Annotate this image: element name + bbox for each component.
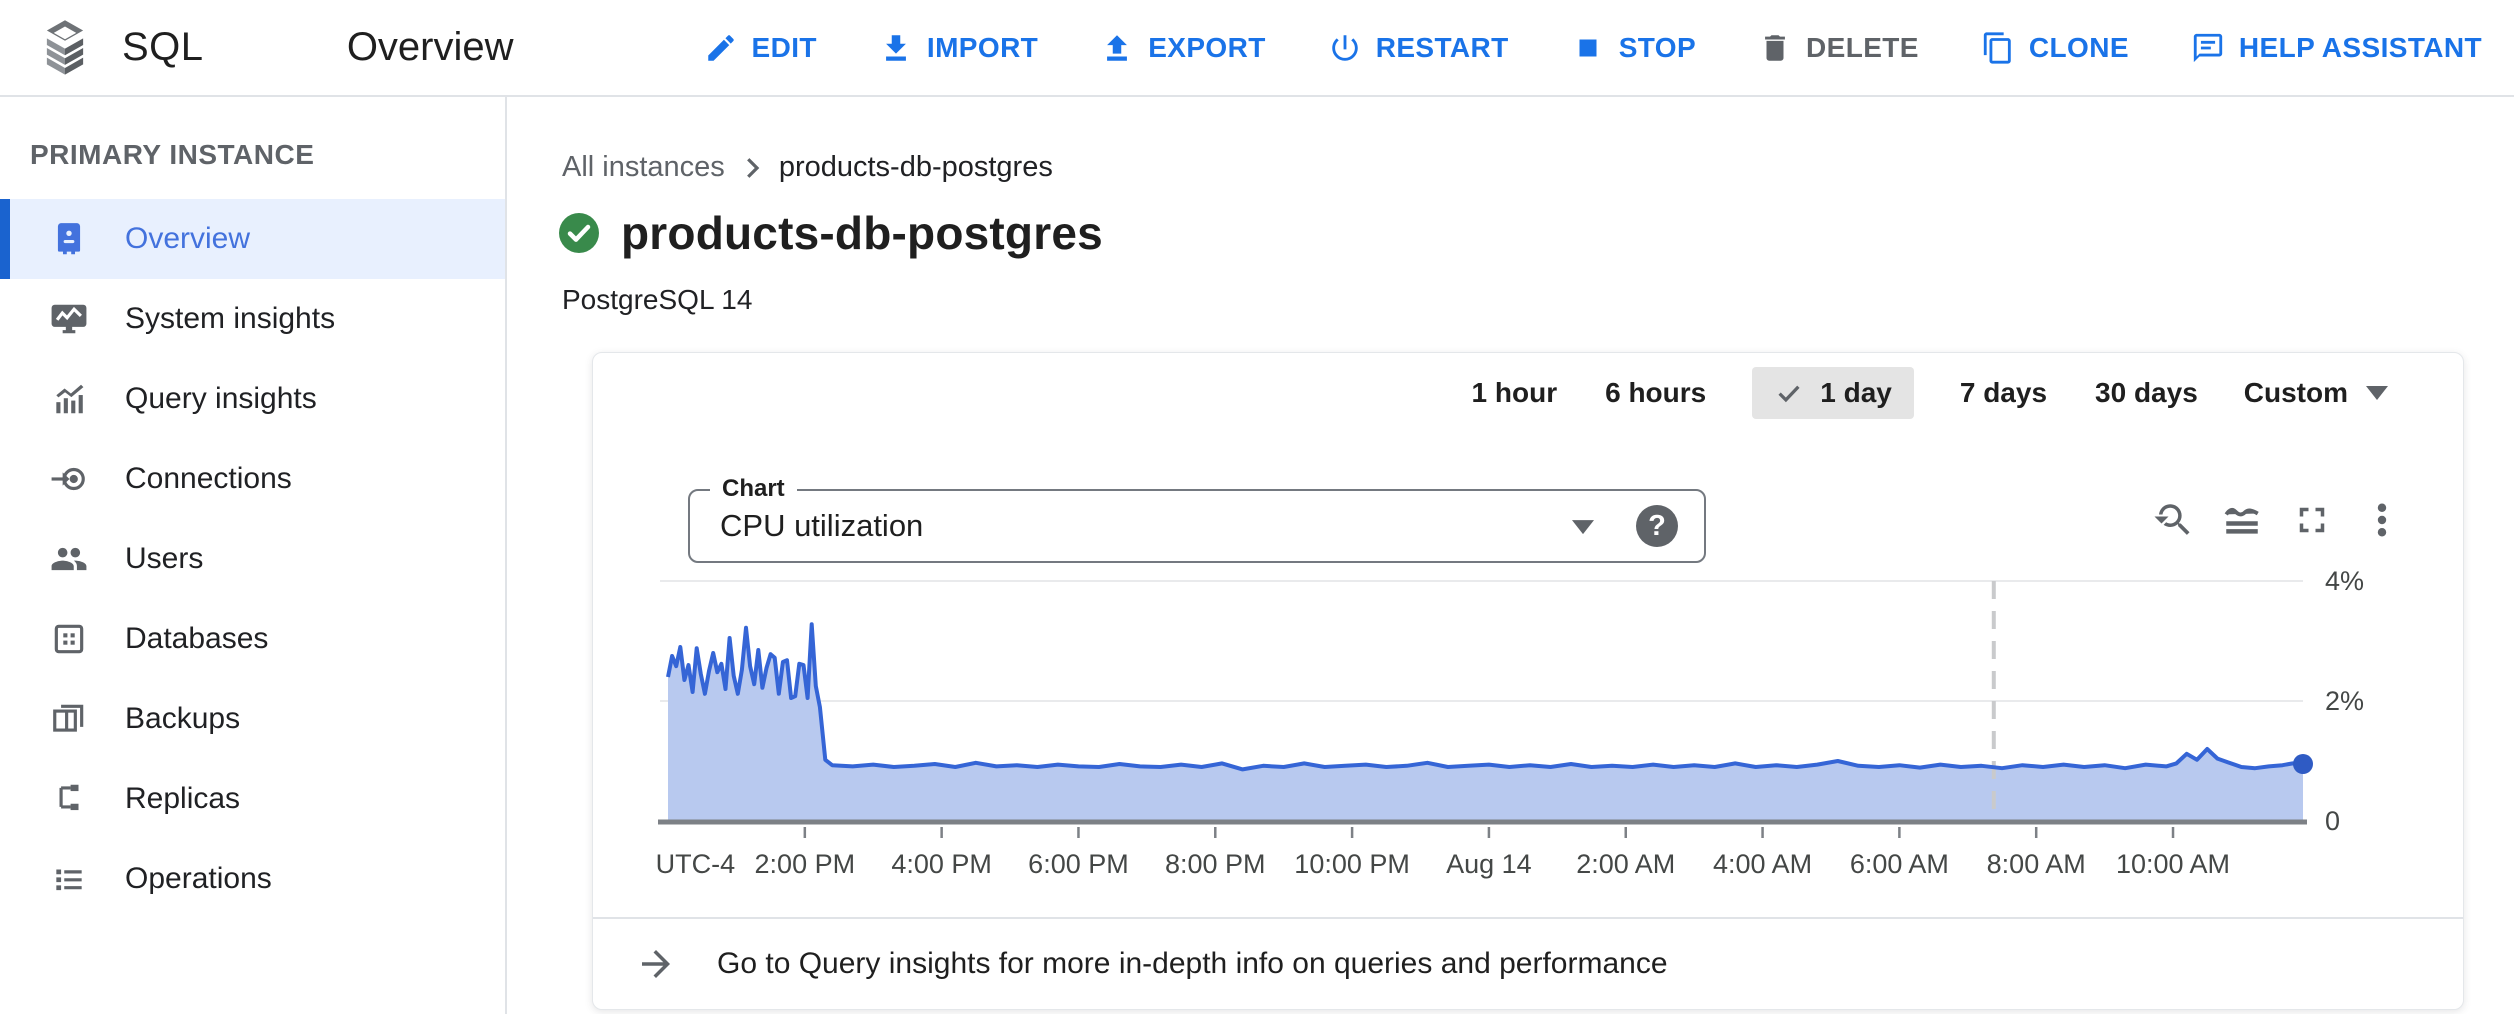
product-logo[interactable]: SQL: [0, 0, 294, 95]
svg-text:0: 0: [2325, 806, 2340, 836]
app-header: SQL Overview EDIT IMPORT EXPORT RESTART …: [0, 0, 2514, 97]
sidebar-item-operations[interactable]: Operations: [0, 839, 505, 919]
svg-text:10:00 PM: 10:00 PM: [1294, 849, 1410, 879]
sidebar-item-overview[interactable]: Overview: [0, 199, 505, 279]
operations-list-icon: [50, 860, 88, 898]
chart-select-value: CPU utilization: [720, 508, 923, 544]
time-range-30-days[interactable]: 30 days: [2093, 367, 2200, 419]
export-icon: [1100, 31, 1134, 65]
backups-icon: [50, 700, 88, 738]
instance-overview-icon: [50, 220, 88, 258]
query-insights-link[interactable]: Go to Query insights for more in-depth i…: [593, 917, 2463, 1009]
time-range-selector: 1 hour 6 hours 1 day 7 days 30 days Cust…: [1470, 367, 2388, 419]
sidebar-section-label: PRIMARY INSTANCE: [0, 97, 505, 199]
sidebar-item-replicas[interactable]: Replicas: [0, 759, 505, 839]
breadcrumb-current: products-db-postgres: [779, 151, 1053, 184]
instance-name: products-db-postgres: [621, 206, 1103, 260]
sidebar: PRIMARY INSTANCE Overview System insight…: [0, 97, 507, 1014]
svg-text:8:00 AM: 8:00 AM: [1987, 849, 2086, 879]
export-button[interactable]: EXPORT: [1100, 31, 1266, 65]
pencil-icon: [704, 31, 738, 65]
stop-button[interactable]: STOP: [1571, 31, 1696, 65]
help-assistant-button[interactable]: HELP ASSISTANT: [2191, 31, 2482, 65]
clone-icon: [1981, 31, 2015, 65]
metrics-card: 1 hour 6 hours 1 day 7 days 30 days Cust…: [592, 352, 2464, 1010]
sql-database-logo-icon: [36, 17, 94, 79]
query-insights-icon: [50, 380, 88, 418]
page-title: Overview: [347, 25, 514, 70]
chart-toolbar: [2151, 499, 2403, 541]
svg-text:4:00 AM: 4:00 AM: [1713, 849, 1812, 879]
header-actions: EDIT IMPORT EXPORT RESTART STOP DELETE C…: [704, 31, 2514, 65]
time-range-custom[interactable]: Custom: [2244, 377, 2388, 409]
dropdown-arrow-icon: [1572, 520, 1594, 534]
svg-text:2%: 2%: [2325, 686, 2364, 716]
chevron-right-icon: [737, 153, 767, 183]
time-range-1-day-selected[interactable]: 1 day: [1752, 367, 1914, 419]
chevron-down-icon: [2366, 386, 2388, 400]
svg-text:UTC-4: UTC-4: [656, 849, 736, 879]
area-chart-mode-icon[interactable]: [2221, 499, 2263, 541]
users-icon: [50, 540, 88, 578]
svg-text:6:00 PM: 6:00 PM: [1028, 849, 1129, 879]
time-range-6-hours[interactable]: 6 hours: [1603, 367, 1708, 419]
sidebar-item-connections[interactable]: Connections: [0, 439, 505, 519]
sidebar-item-users[interactable]: Users: [0, 519, 505, 599]
edit-button[interactable]: EDIT: [704, 31, 817, 65]
check-icon: [1774, 378, 1804, 408]
time-range-7-days[interactable]: 7 days: [1958, 367, 2049, 419]
restart-button[interactable]: RESTART: [1328, 31, 1509, 65]
import-icon: [879, 31, 913, 65]
sidebar-item-system-insights[interactable]: System insights: [0, 279, 505, 359]
chat-icon: [2191, 31, 2225, 65]
import-button[interactable]: IMPORT: [879, 31, 1038, 65]
instance-title-row: products-db-postgres: [557, 206, 2514, 260]
chart-metric-select[interactable]: Chart CPU utilization ?: [688, 489, 1706, 563]
instance-engine: PostgreSQL 14: [562, 284, 2514, 316]
sidebar-item-backups[interactable]: Backups: [0, 679, 505, 759]
svg-text:4:00 PM: 4:00 PM: [891, 849, 992, 879]
arrow-forward-icon: [635, 943, 677, 985]
svg-text:4%: 4%: [2325, 566, 2364, 596]
svg-text:2:00 AM: 2:00 AM: [1576, 849, 1675, 879]
more-options-icon[interactable]: [2361, 499, 2403, 541]
system-insights-icon: [50, 300, 88, 338]
connections-icon: [50, 460, 88, 498]
clone-button[interactable]: CLONE: [1981, 31, 2129, 65]
time-range-1-hour[interactable]: 1 hour: [1470, 367, 1560, 419]
query-insights-link-text: Go to Query insights for more in-depth i…: [717, 947, 1668, 981]
svg-text:2:00 PM: 2:00 PM: [755, 849, 856, 879]
svg-text:6:00 AM: 6:00 AM: [1850, 849, 1949, 879]
sidebar-item-query-insights[interactable]: Query insights: [0, 359, 505, 439]
breadcrumb-all-instances[interactable]: All instances: [562, 151, 725, 184]
sidebar-item-databases[interactable]: Databases: [0, 599, 505, 679]
status-ok-icon: [557, 211, 601, 255]
replicas-icon: [50, 780, 88, 818]
svg-text:10:00 AM: 10:00 AM: [2116, 849, 2230, 879]
fullscreen-icon[interactable]: [2291, 499, 2333, 541]
cpu-utilization-chart[interactable]: 2:00 PM 4:00 PM 6:00 PM 8:00 PM 10:00 PM Aug …: [593, 553, 2465, 898]
svg-text:8:00 PM: 8:00 PM: [1165, 849, 1266, 879]
power-icon: [1328, 31, 1362, 65]
product-name: SQL: [122, 25, 204, 70]
svg-text:Aug 14: Aug 14: [1446, 849, 1532, 879]
chart-select-label: Chart: [710, 475, 797, 503]
stop-square-icon: [1571, 31, 1605, 65]
help-icon[interactable]: ?: [1636, 505, 1678, 547]
delete-button[interactable]: DELETE: [1758, 31, 1919, 65]
databases-icon: [50, 620, 88, 658]
zoom-reset-icon[interactable]: [2151, 499, 2193, 541]
main-content: All instances products-db-postgres produ…: [509, 99, 2514, 1014]
trash-icon: [1758, 31, 1792, 65]
breadcrumb: All instances products-db-postgres: [562, 151, 2514, 184]
